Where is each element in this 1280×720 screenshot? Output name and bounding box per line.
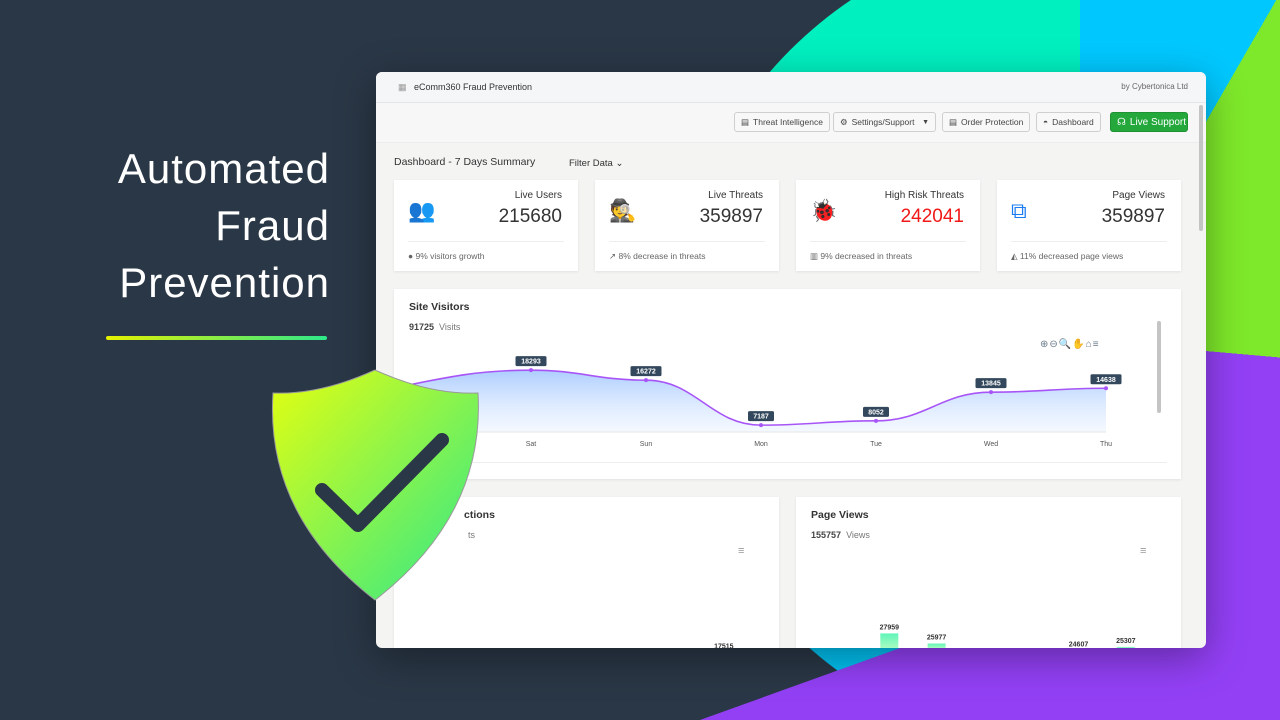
window-title: eComm360 Fraud Prevention bbox=[414, 82, 533, 92]
stat-label: Page Views bbox=[1112, 190, 1165, 201]
window-titlebar: ▦ eComm360 Fraud Prevention by Cybertoni… bbox=[376, 72, 1206, 103]
threat-intelligence-button[interactable]: ▤ Threat Intelligence bbox=[734, 112, 830, 132]
stat-footnote: ↗ 8% decrease in threats bbox=[609, 251, 705, 262]
data-label: 18293 bbox=[521, 359, 541, 366]
caret-down-icon: ▼ bbox=[922, 118, 929, 126]
button-label: Threat Intelligence bbox=[753, 117, 823, 127]
line-chart-icon: ↗ bbox=[609, 251, 617, 261]
stat-value: 242041 bbox=[900, 206, 964, 227]
x-tick-label: Wed bbox=[984, 441, 998, 448]
accent-divider bbox=[106, 336, 327, 340]
bar bbox=[880, 633, 899, 648]
hero-heading: Automated Fraud Prevention bbox=[30, 140, 330, 311]
bar-value-label: 25307 bbox=[1116, 638, 1136, 645]
order-protection-button[interactable]: ▤ Order Protection bbox=[942, 112, 1031, 132]
site-visitors-card: Site Visitors 91725 Visits ⊕⊖🔍✋⌂≡ 18293 S… bbox=[394, 289, 1181, 479]
page-views-chart: 22076279592597714264155672460725307 bbox=[880, 624, 1136, 648]
app-window: ▦ eComm360 Fraud Prevention by Cybertoni… bbox=[376, 72, 1206, 648]
button-label: Live Support bbox=[1129, 116, 1187, 128]
area-chart-icon: ◭ bbox=[1011, 251, 1018, 261]
stat-card-high-risk-threats: 🐞 High Risk Threats 242041 ▥ 9% decrease… bbox=[796, 180, 980, 271]
button-label: Dashboard bbox=[1052, 117, 1094, 127]
stat-footnote: ● 9% visitors growth bbox=[408, 251, 484, 261]
headset-icon: ☊ bbox=[1117, 116, 1126, 128]
data-point bbox=[644, 378, 648, 383]
data-label: 14638 bbox=[1096, 377, 1116, 384]
data-point bbox=[529, 368, 533, 373]
chevron-down-icon: ⌄ bbox=[615, 158, 624, 169]
settings-support-dropdown[interactable]: ⚙ Settings/Support ▼ bbox=[833, 112, 936, 132]
stat-card-live-threats: 🕵 Live Threats 359897 ↗ 8% decrease in t… bbox=[595, 180, 779, 271]
bar bbox=[927, 643, 946, 648]
hero-line-1: Automated bbox=[117, 145, 330, 192]
button-label: Settings/Support bbox=[851, 117, 915, 127]
section-title: Dashboard - 7 Days Summary bbox=[394, 156, 536, 168]
filter-data-dropdown[interactable]: Filter Data ⌄ bbox=[569, 158, 623, 169]
data-point bbox=[1104, 386, 1108, 391]
bar-value-label: 27959 bbox=[880, 624, 900, 631]
data-label: 7187 bbox=[753, 414, 769, 421]
data-label: 16272 bbox=[636, 369, 656, 376]
calendar-icon: ▤ bbox=[949, 116, 958, 127]
x-tick-label: Mon bbox=[754, 441, 768, 448]
site-visitors-chart: 18293 Sat 16272 Sun 7187 Mon 8052 Tue 13845 Wed 14… bbox=[394, 356, 1122, 448]
stat-label: Live Threats bbox=[708, 190, 763, 201]
calendar-icon: ▤ bbox=[741, 116, 750, 127]
stat-value: 359897 bbox=[699, 206, 763, 227]
stat-label: High Risk Threats bbox=[884, 190, 964, 201]
footnote-text: 8% decrease in threats bbox=[618, 251, 706, 261]
data-label: 13845 bbox=[981, 381, 1001, 388]
spy-icon: 🕵 bbox=[609, 198, 637, 223]
stat-footnote: ▥ 9% decreased in threats bbox=[810, 251, 912, 262]
data-point bbox=[874, 418, 878, 423]
dashboard-icon: ◓ bbox=[1043, 117, 1049, 127]
filter-label: Filter Data bbox=[569, 158, 613, 169]
x-tick-label: Sat bbox=[526, 441, 537, 448]
users-icon: 👥 bbox=[408, 198, 436, 223]
x-tick-label: Thu bbox=[1100, 441, 1112, 448]
stat-value: 359897 bbox=[1101, 206, 1165, 227]
bug-icon: 🐞 bbox=[810, 198, 838, 223]
button-label: Order Protection bbox=[961, 117, 1024, 127]
footnote-text: 9% visitors growth bbox=[415, 251, 485, 261]
gear-icon: ⚙ bbox=[840, 116, 848, 127]
toolbar: ▤ Threat Intelligence ⚙ Settings/Support ▼ … bbox=[376, 103, 1206, 143]
info-icon: ● bbox=[408, 251, 414, 261]
stat-card-page-views: ⧉ Page Views 359897 ◭ 11% decreased page… bbox=[997, 180, 1181, 271]
bar-value-label: 25977 bbox=[927, 635, 947, 642]
stat-label: Live Users bbox=[514, 190, 562, 201]
hero-line-3: Prevention bbox=[119, 259, 330, 306]
bar bbox=[1116, 646, 1135, 648]
data-point bbox=[759, 423, 763, 428]
footnote-text: 11% decreased page views bbox=[1019, 251, 1124, 261]
copy-icon: ⧉ bbox=[1011, 198, 1027, 223]
live-support-button[interactable]: ☊ Live Support bbox=[1110, 112, 1188, 132]
vendor-label: by Cybertonica Ltd bbox=[1121, 82, 1188, 91]
app-icon: ▦ bbox=[398, 82, 407, 92]
stat-value: 215680 bbox=[498, 206, 562, 227]
x-tick-label: Sun bbox=[640, 441, 653, 448]
page-scrollbar[interactable] bbox=[1199, 105, 1203, 231]
bar-value-label: 24607 bbox=[1069, 642, 1089, 648]
footnote-text: 9% decreased in threats bbox=[820, 251, 913, 261]
data-label: 8052 bbox=[868, 409, 884, 416]
bar-value-label: 17515 bbox=[714, 643, 734, 648]
hero-line-2: Fraud bbox=[215, 202, 330, 249]
data-point bbox=[989, 390, 993, 395]
x-tick-label: Tue bbox=[870, 441, 882, 448]
stat-footnote: ◭ 11% decreased page views bbox=[1011, 251, 1123, 262]
shield-check-icon bbox=[271, 369, 479, 601]
bar-chart-icon: ▥ bbox=[810, 251, 819, 261]
stat-card-live-users: 👥 Live Users 215680 ● 9% visitors growth bbox=[394, 180, 578, 271]
dashboard-button[interactable]: ◓ Dashboard bbox=[1036, 112, 1101, 132]
page-views-card: Page Views 155757 Views ≡ 22076279592597… bbox=[796, 497, 1181, 648]
